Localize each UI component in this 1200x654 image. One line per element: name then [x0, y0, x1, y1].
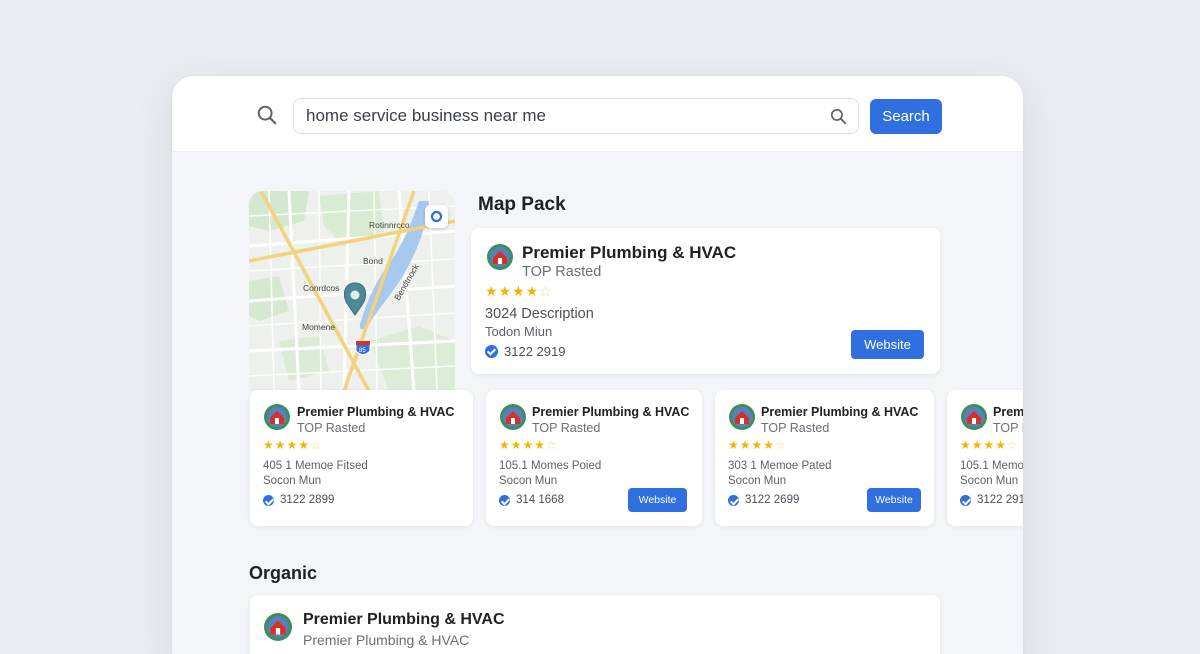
search-submit-icon[interactable] [829, 107, 848, 126]
organic-heading: Organic [249, 563, 318, 583]
verified-check-icon [485, 345, 498, 358]
business-logo-icon [500, 404, 526, 430]
business-address: 405 1 Memoe Fitsed [263, 460, 368, 472]
business-logo-icon [264, 404, 290, 430]
business-subtitle: TOP Rasted [522, 264, 602, 280]
phone-number: 3122 2699 [745, 494, 800, 506]
phone-number: 3122 2919 [504, 344, 566, 359]
business-address: 105.1 Momes Poied [499, 460, 602, 472]
phone-number: 3122 2899 [280, 494, 335, 506]
business-logo-icon [729, 404, 755, 430]
business-subtitle: TOP R [993, 421, 1023, 435]
map-label: Rotinnrcco [369, 220, 410, 230]
business-name[interactable]: Premier Plumbing & HVAC [297, 405, 454, 419]
business-location: Todon Miun [485, 324, 553, 339]
rating-stars: ★★★★☆ [485, 283, 553, 299]
listing-card[interactable]: Premier Plumbing & HVAC TOP Rasted ★★★★☆… [486, 390, 702, 526]
business-location: Socon Mun [499, 475, 558, 487]
rating-stars: ★★★★☆ [960, 438, 1019, 452]
business-logo-icon [264, 613, 292, 641]
phone-number: 3122 291 [977, 494, 1023, 506]
verified-check-icon [263, 494, 274, 506]
verified-check-icon [960, 494, 971, 506]
highway-shield-icon: 85 [355, 340, 371, 355]
business-subtitle: TOP Rasted [761, 421, 830, 435]
rating-stars: ★★★★☆ [263, 438, 322, 452]
business-location: Socon Mun [263, 475, 322, 487]
browser-window: Search [172, 76, 1023, 654]
business-subtitle: TOP Rasted [532, 421, 601, 435]
business-name[interactable]: Premier Plumbing & HVAC [761, 405, 918, 419]
location-target-icon [430, 210, 443, 223]
verified-check-icon [728, 494, 739, 506]
business-subtitle: TOP Rasted [297, 421, 366, 435]
website-button[interactable]: Website [628, 488, 687, 512]
svg-text:85: 85 [359, 348, 366, 354]
my-location-button[interactable] [425, 205, 448, 228]
map-label: Bond [363, 256, 383, 266]
business-location: Socon Mun [728, 475, 787, 487]
search-input[interactable] [306, 99, 806, 133]
map-label: Conrdcos [303, 283, 339, 293]
business-phone: 3122 2899 [263, 494, 334, 506]
website-button[interactable]: Website [851, 330, 924, 359]
rating-stars: ★★★★☆ [728, 438, 787, 452]
phone-number: 314 1668 [516, 494, 564, 506]
business-name[interactable]: Premier Plumbing & HVAC [522, 243, 736, 263]
business-phone: 314 1668 [499, 494, 564, 506]
map-label: Momene [302, 322, 335, 332]
business-phone: 3122 2699 [728, 494, 799, 506]
search-icon[interactable] [256, 104, 278, 126]
listing-card[interactable]: Premier Plumbing & HVAC TOP Rasted ★★★★☆… [250, 390, 473, 526]
featured-listing-card[interactable]: Premier Plumbing & HVAC TOP Rasted ★★★★☆… [471, 228, 940, 374]
listing-card[interactable]: Prem TOP R ★★★★☆ 105.1 Memo Socon Mun 31… [947, 390, 1023, 526]
business-phone: 3122 291 [960, 494, 1023, 506]
website-button[interactable]: Website [867, 488, 921, 512]
business-logo-icon [961, 404, 987, 430]
business-phone: 3122 2919 [485, 344, 565, 359]
search-field[interactable] [293, 98, 859, 134]
business-location: Socon Mun [960, 475, 1019, 487]
organic-result-subtitle: Premier Plumbing & HVAC [303, 632, 470, 648]
search-button[interactable]: Search [870, 99, 942, 134]
business-address: 105.1 Memo [960, 460, 1023, 472]
search-header: Search [172, 76, 1023, 152]
business-logo-icon [487, 244, 513, 270]
business-name[interactable]: Premier Plumbing & HVAC [532, 405, 689, 419]
map-pack-heading: Map Pack [478, 194, 566, 215]
organic-result-card[interactable]: Premier Plumbing & HVAC Premier Plumbing… [250, 595, 940, 654]
business-address: 303 1 Memoe Pated [728, 460, 832, 472]
organic-result-title[interactable]: Premier Plumbing & HVAC [303, 611, 505, 629]
listing-card[interactable]: Premier Plumbing & HVAC TOP Rasted ★★★★☆… [715, 390, 934, 526]
business-description: 3024 Description [485, 306, 594, 322]
business-name[interactable]: Prem [993, 405, 1023, 419]
verified-check-icon [499, 494, 510, 506]
rating-stars: ★★★★☆ [499, 438, 558, 452]
